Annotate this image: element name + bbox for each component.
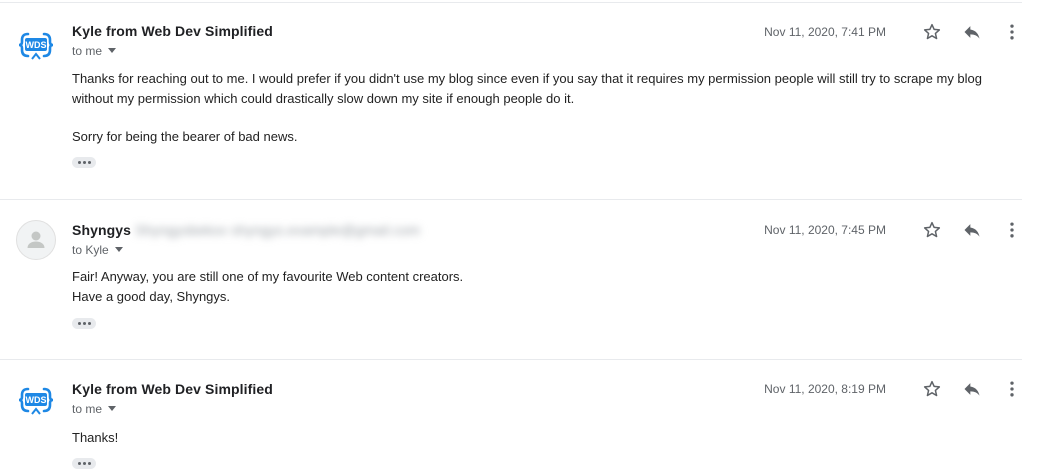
caret-down-icon[interactable] (114, 247, 123, 253)
body-line: Thanks! (72, 430, 119, 445)
redacted-sender-email: Shyngysbekov shyngys.example@gmail.com (135, 222, 420, 238)
person-icon (16, 220, 56, 260)
reply-icon (964, 26, 980, 39)
body-line: Fair! Anyway, you are still one of my fa… (72, 269, 464, 284)
reply-button[interactable] (960, 20, 984, 44)
show-trimmed-content-button[interactable] (72, 157, 96, 168)
ellipsis-dot (77, 322, 81, 325)
ellipsis-dot (82, 161, 86, 164)
recipient-details[interactable]: to me (72, 44, 117, 58)
sender-first-name: Shyngys (72, 222, 132, 238)
sender-name[interactable]: Kyle from Web Dev Simplified (72, 381, 273, 397)
message-body: Thanks! (72, 428, 1002, 448)
message-body: Fair! Anyway, you are still one of my fa… (72, 267, 1002, 306)
recipient-label: to me (72, 44, 103, 58)
recipient-details[interactable]: to Kyle (72, 243, 123, 257)
reply-icon (964, 383, 980, 396)
email-message: WDS Kyle from Web Dev Simplified to me N… (0, 359, 1024, 469)
show-trimmed-content-button[interactable] (72, 318, 96, 329)
more-options-button[interactable] (1000, 218, 1024, 242)
star-icon (923, 23, 941, 40)
more-options-button[interactable] (1000, 377, 1024, 401)
star-icon (923, 221, 941, 238)
svg-text:WDS: WDS (26, 395, 47, 405)
caret-down-icon[interactable] (108, 48, 117, 54)
reply-button[interactable] (960, 377, 984, 401)
star-button[interactable] (920, 377, 944, 401)
message-date: Nov 11, 2020, 8:19 PM (764, 382, 886, 396)
more-options-button[interactable] (1000, 20, 1024, 44)
sender-name[interactable]: Kyle from Web Dev Simplified (72, 23, 273, 39)
recipient-label: to me (72, 402, 103, 416)
message-date: Nov 11, 2020, 7:41 PM (764, 25, 886, 39)
person-avatar[interactable] (16, 220, 56, 260)
body-line: Have a good day, Shyngys. (72, 288, 231, 304)
show-trimmed-content-button[interactable] (72, 458, 96, 469)
wds-logo-avatar[interactable]: WDS (16, 380, 56, 420)
svg-text:WDS: WDS (26, 40, 47, 50)
star-button[interactable] (920, 218, 944, 242)
star-button[interactable] (920, 20, 944, 44)
recipient-label: to Kyle (72, 243, 109, 257)
more-vertical-icon (1010, 222, 1014, 238)
message-body: Thanks for reaching out to me. I would p… (72, 69, 1002, 147)
message-date: Nov 11, 2020, 7:45 PM (764, 223, 886, 237)
email-message: WDS Kyle from Web Dev Simplified to me N… (0, 0, 1022, 199)
email-message: Shyngys Shyngysbekov shyngys.example@gmai… (0, 199, 1022, 359)
reply-button[interactable] (960, 218, 984, 242)
body-paragraph: Sorry for being the bearer of bad news. (72, 129, 298, 144)
wds-logo-icon: WDS (18, 387, 54, 415)
sender-name[interactable]: Shyngys Shyngysbekov shyngys.example@gmai… (72, 222, 420, 238)
wds-logo-icon: WDS (18, 32, 54, 60)
more-vertical-icon (1010, 381, 1014, 397)
reply-icon (964, 224, 980, 237)
wds-logo-avatar[interactable]: WDS (16, 25, 56, 65)
ellipsis-dot (87, 161, 91, 164)
caret-down-icon[interactable] (108, 406, 117, 412)
ellipsis-dot (82, 462, 86, 465)
ellipsis-dot (77, 161, 81, 164)
star-icon (923, 380, 941, 397)
recipient-details[interactable]: to me (72, 402, 117, 416)
body-paragraph: Thanks for reaching out to me. I would p… (72, 71, 983, 106)
more-vertical-icon (1010, 24, 1014, 40)
ellipsis-dot (82, 322, 86, 325)
ellipsis-dot (77, 462, 81, 465)
ellipsis-dot (87, 322, 91, 325)
ellipsis-dot (87, 462, 91, 465)
